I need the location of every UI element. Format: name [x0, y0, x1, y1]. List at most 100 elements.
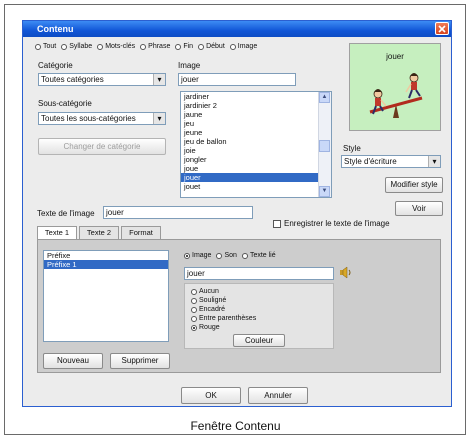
mode-radio[interactable]: Fin: [175, 43, 193, 50]
preview-word: jouer: [386, 52, 404, 61]
dropdown-arrow-icon[interactable]: ▾: [428, 156, 440, 167]
radio-button-icon[interactable]: [35, 43, 41, 50]
image-list-item[interactable]: jeu de ballon: [181, 137, 331, 146]
image-list-item[interactable]: jardiner: [181, 92, 331, 101]
category-select[interactable]: Toutes catégories ▾: [38, 73, 166, 86]
image-list-item[interactable]: jongler: [181, 155, 331, 164]
tab-strip: Texte 1 Texte 2 Format: [37, 226, 177, 240]
type-radio[interactable]: Son: [216, 252, 237, 259]
dropdown-arrow-icon[interactable]: ▾: [153, 74, 165, 85]
image-text-input[interactable]: jouer: [103, 206, 253, 219]
type-radio-label: Image: [192, 252, 212, 259]
image-search-value: jouer: [181, 75, 199, 84]
type-radio-label: Son: [224, 252, 237, 259]
ok-button[interactable]: OK: [181, 387, 241, 404]
pictogram-preview: jouer: [349, 43, 441, 131]
image-list-item[interactable]: joue: [181, 164, 331, 173]
radio-button-icon[interactable]: [97, 43, 104, 50]
prefix-listbox[interactable]: Préfixe Préfixe 1: [43, 250, 169, 342]
content-dialog: Contenu Tout Syllabe Mots-clés Phrase Fin Déb…: [22, 20, 452, 407]
style-option-radio[interactable]: Aucun: [191, 287, 219, 296]
image-list-item[interactable]: jaune: [181, 110, 331, 119]
radio-button-icon[interactable]: [229, 43, 236, 50]
radio-button-icon[interactable]: [140, 43, 147, 50]
subcategory-value: Toutes les sous-catégories: [41, 114, 136, 123]
radio-button-icon[interactable]: [184, 252, 190, 259]
image-list-item[interactable]: joie: [181, 146, 331, 155]
radio-button-icon[interactable]: [61, 43, 68, 50]
scroll-up-icon[interactable]: ▲: [319, 92, 330, 103]
delete-button[interactable]: Supprimer: [110, 353, 170, 369]
tab-0[interactable]: Texte 1: [37, 226, 77, 240]
tab-2[interactable]: Format: [121, 226, 161, 239]
change-category-button[interactable]: Changer de catégorie: [38, 138, 166, 155]
mode-radio[interactable]: Début: [198, 43, 225, 50]
style-option-label: Rouge: [199, 324, 220, 331]
keep-text-label: Enregistrer le texte de l'image: [284, 219, 390, 228]
image-list-items: jardiner jardinier 2 jaune jeu jeune jeu de b…: [181, 92, 331, 191]
image-label: Image: [178, 61, 201, 70]
image-list-item[interactable]: jardinier 2: [181, 101, 331, 110]
image-list-item[interactable]: jouer: [181, 173, 331, 182]
mode-radio[interactable]: Syllabe: [61, 43, 92, 50]
image-listbox[interactable]: jardiner jardinier 2 jaune jeu jeune jeu de b…: [180, 91, 332, 198]
radio-button-icon[interactable]: [191, 324, 197, 331]
radio-button-icon[interactable]: [191, 297, 197, 304]
type-radio[interactable]: Texte lié: [241, 252, 276, 259]
play-sound-button[interactable]: [338, 265, 353, 280]
text-style-options: Aucun Souligné Encadré Entre parenthèses Rou…: [184, 283, 334, 349]
mode-radio-label: Mots-clés: [105, 43, 136, 50]
mode-radio[interactable]: Image: [229, 43, 258, 50]
view-button[interactable]: Voir: [395, 201, 443, 216]
type-radio[interactable]: Image: [184, 252, 211, 259]
image-text-label: Texte de l'image: [37, 209, 95, 218]
style-option-radio[interactable]: Rouge: [191, 323, 220, 332]
style-option-radio[interactable]: Encadré: [191, 305, 225, 314]
image-search-input[interactable]: jouer: [178, 73, 296, 86]
radio-button-icon[interactable]: [175, 43, 182, 50]
mode-radio-group: Tout Syllabe Mots-clés Phrase Fin Début Image: [35, 43, 262, 52]
image-list-item[interactable]: jeune: [181, 128, 331, 137]
keep-text-checkbox[interactable]: Enregistrer le texte de l'image: [273, 219, 390, 228]
mode-radio[interactable]: Phrase: [140, 43, 170, 50]
style-option-radio[interactable]: Souligné: [191, 296, 226, 305]
subcategory-select[interactable]: Toutes les sous-catégories ▾: [38, 112, 166, 125]
dropdown-arrow-icon[interactable]: ▾: [153, 113, 165, 124]
checkbox-box[interactable]: [273, 219, 281, 228]
modify-style-button[interactable]: Modifier style: [385, 177, 443, 193]
radio-button-icon[interactable]: [216, 252, 223, 259]
listbox-scrollbar[interactable]: ▲ ▼: [318, 92, 331, 197]
radio-button-icon[interactable]: [191, 306, 197, 313]
style-option-label: Souligné: [199, 297, 227, 304]
prefix-list-item[interactable]: Préfixe 1: [44, 260, 168, 269]
radio-button-icon[interactable]: [191, 315, 197, 322]
radio-button-icon[interactable]: [241, 252, 248, 259]
category-label: Catégorie: [38, 61, 73, 70]
radio-button-icon[interactable]: [191, 288, 197, 295]
style-option-radio[interactable]: Entre parenthèses: [191, 314, 256, 323]
image-text-value: jouer: [106, 208, 124, 217]
speaker-icon: [340, 266, 351, 279]
scroll-thumb[interactable]: [319, 140, 330, 152]
mode-radio-label: Syllabe: [69, 43, 93, 50]
radio-button-icon[interactable]: [198, 43, 205, 50]
cancel-button[interactable]: Annuler: [248, 387, 308, 404]
mode-radio-label: Image: [237, 43, 258, 50]
close-button[interactable]: [435, 22, 449, 35]
style-select[interactable]: Style d'écriture ▾: [341, 155, 441, 168]
new-button[interactable]: Nouveau: [43, 353, 103, 369]
mode-radio[interactable]: Mots-clés: [97, 43, 135, 50]
image-list-item[interactable]: jeu: [181, 119, 331, 128]
content-value-input[interactable]: jouer: [184, 267, 334, 280]
scroll-down-icon[interactable]: ▼: [319, 186, 330, 197]
title-bar[interactable]: Contenu: [23, 21, 451, 37]
image-list-item[interactable]: jouet: [181, 182, 331, 191]
mode-radio[interactable]: Tout: [35, 43, 56, 50]
color-button[interactable]: Couleur: [233, 334, 285, 347]
type-radio-group: Image Son Texte lié: [184, 252, 281, 261]
prefix-list-item[interactable]: Préfixe: [44, 251, 168, 260]
figure-caption: Fenêtre Contenu: [190, 419, 281, 433]
style-label: Style: [343, 144, 361, 153]
type-radio-label: Texte lié: [249, 252, 276, 259]
tab-1[interactable]: Texte 2: [79, 226, 119, 239]
